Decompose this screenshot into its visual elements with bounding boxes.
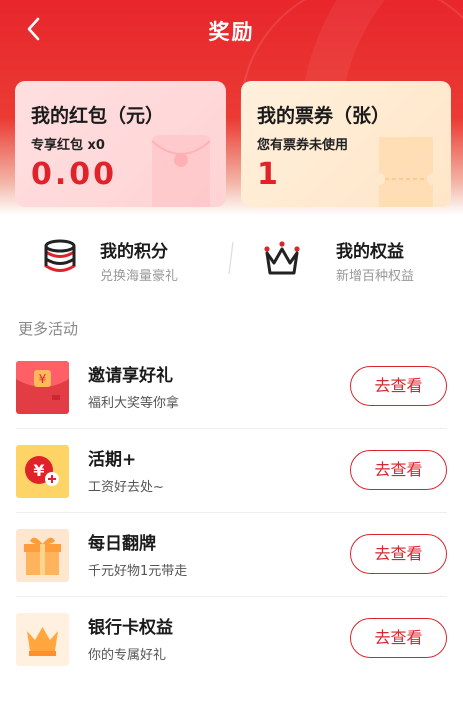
view-button[interactable]: 去查看	[350, 534, 447, 574]
activity-desc: 你的专属好礼	[88, 648, 167, 663]
red-packet-subtitle: 专享红包 x0	[31, 138, 105, 153]
voucher-card[interactable]: 我的票券（张） 您有票券未使用 1	[241, 81, 451, 207]
section-title: 更多活动	[18, 320, 79, 338]
voucher-subtitle: 您有票券未使用	[257, 138, 349, 153]
activity-desc: 工资好去处~	[88, 480, 164, 495]
list-item: ¥ 邀请享好礼 福利大奖等你拿 去查看	[0, 345, 463, 429]
red-envelope-icon: ¥	[16, 361, 69, 414]
activity-title: 每日翻牌	[88, 534, 156, 554]
crown-icon	[16, 613, 69, 666]
points-entry[interactable]: 我的积分 兑换海量豪礼	[40, 225, 220, 285]
ticket-icon	[379, 137, 433, 207]
points-desc: 兑换海量豪礼	[100, 269, 179, 284]
nav-bar: 奖励	[0, 0, 463, 60]
red-packet-value: 0.00	[31, 157, 118, 192]
divider	[228, 241, 234, 275]
crown-icon	[264, 241, 300, 275]
voucher-title: 我的票券（张）	[257, 105, 391, 127]
activity-title: 活期+	[88, 450, 137, 470]
activity-title: 邀请享好礼	[88, 366, 173, 386]
gift-box-icon	[16, 529, 69, 582]
svg-text:¥: ¥	[39, 372, 47, 386]
red-envelope-icon	[151, 135, 211, 207]
list-item: 银行卡权益 你的专属好礼 去查看	[0, 597, 463, 681]
red-packet-card[interactable]: 我的红包（元） 专享红包 x0 0.00	[15, 81, 226, 207]
quick-links: 我的积分 兑换海量豪礼 我的权益 新增百种权益	[0, 225, 463, 295]
activity-desc: 福利大奖等你拿	[88, 396, 180, 411]
view-button[interactable]: 去查看	[350, 366, 447, 406]
activity-desc: 千元好物1元带走	[88, 564, 188, 579]
benefits-title: 我的权益	[336, 242, 404, 262]
red-packet-title: 我的红包（元）	[31, 105, 165, 127]
coins-stack-icon	[44, 239, 76, 272]
list-item: 每日翻牌 千元好物1元带走 去查看	[0, 513, 463, 597]
yuan-coin-plus-icon: ¥	[16, 445, 69, 498]
page-title: 奖励	[208, 20, 255, 44]
svg-text:¥: ¥	[33, 461, 44, 480]
list-item: ¥ 活期+ 工资好去处~ 去查看	[0, 429, 463, 513]
benefits-desc: 新增百种权益	[336, 269, 415, 284]
view-button[interactable]: 去查看	[350, 450, 447, 490]
view-button[interactable]: 去查看	[350, 618, 447, 658]
activity-title: 银行卡权益	[88, 618, 173, 638]
points-title: 我的积分	[100, 242, 168, 262]
voucher-value: 1	[257, 157, 281, 192]
benefits-entry[interactable]: 我的权益 新增百种权益	[262, 225, 452, 285]
